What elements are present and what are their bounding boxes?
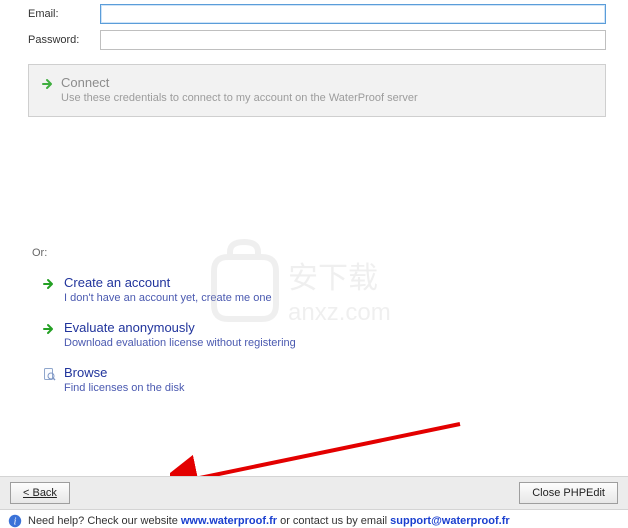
create-account-title: Create an account — [64, 275, 272, 290]
website-link[interactable]: www.waterproof.fr — [181, 515, 277, 527]
help-text-mid: or contact us by email — [277, 515, 390, 527]
or-label: Or: — [32, 247, 606, 259]
evaluate-anon-subtitle: Download evaluation license without regi… — [64, 337, 296, 349]
help-bar: i Need help? Check our website www.water… — [0, 510, 628, 528]
connect-subtitle: Use these credentials to connect to my a… — [61, 92, 418, 104]
connect-button[interactable]: Connect Use these credentials to connect… — [28, 64, 606, 117]
password-field[interactable] — [100, 30, 606, 50]
email-field[interactable] — [100, 4, 606, 24]
arrow-right-icon — [41, 75, 59, 104]
create-account-subtitle: I don't have an account yet, create me o… — [64, 292, 272, 304]
arrow-right-icon — [42, 275, 64, 304]
browse-button[interactable]: Browse Find licenses on the disk — [28, 365, 606, 394]
browse-title: Browse — [64, 365, 184, 380]
back-button[interactable]: < Back — [10, 482, 70, 504]
evaluate-anon-title: Evaluate anonymously — [64, 320, 296, 335]
evaluate-anon-button[interactable]: Evaluate anonymously Download evaluation… — [28, 320, 606, 349]
create-account-button[interactable]: Create an account I don't have an accoun… — [28, 275, 606, 304]
password-label: Password: — [28, 34, 100, 46]
info-icon: i — [8, 514, 22, 528]
browse-subtitle: Find licenses on the disk — [64, 382, 184, 394]
svg-text:i: i — [14, 517, 17, 528]
support-email-link[interactable]: support@waterproof.fr — [390, 515, 510, 527]
connect-title: Connect — [61, 75, 418, 90]
arrow-right-icon — [42, 320, 64, 349]
document-search-icon — [42, 365, 64, 394]
help-text-prefix: Need help? Check our website — [28, 515, 181, 527]
email-label: Email: — [28, 8, 100, 20]
footer-bar: < Back Close PHPEdit — [0, 476, 628, 510]
close-phpedit-button[interactable]: Close PHPEdit — [519, 482, 618, 504]
